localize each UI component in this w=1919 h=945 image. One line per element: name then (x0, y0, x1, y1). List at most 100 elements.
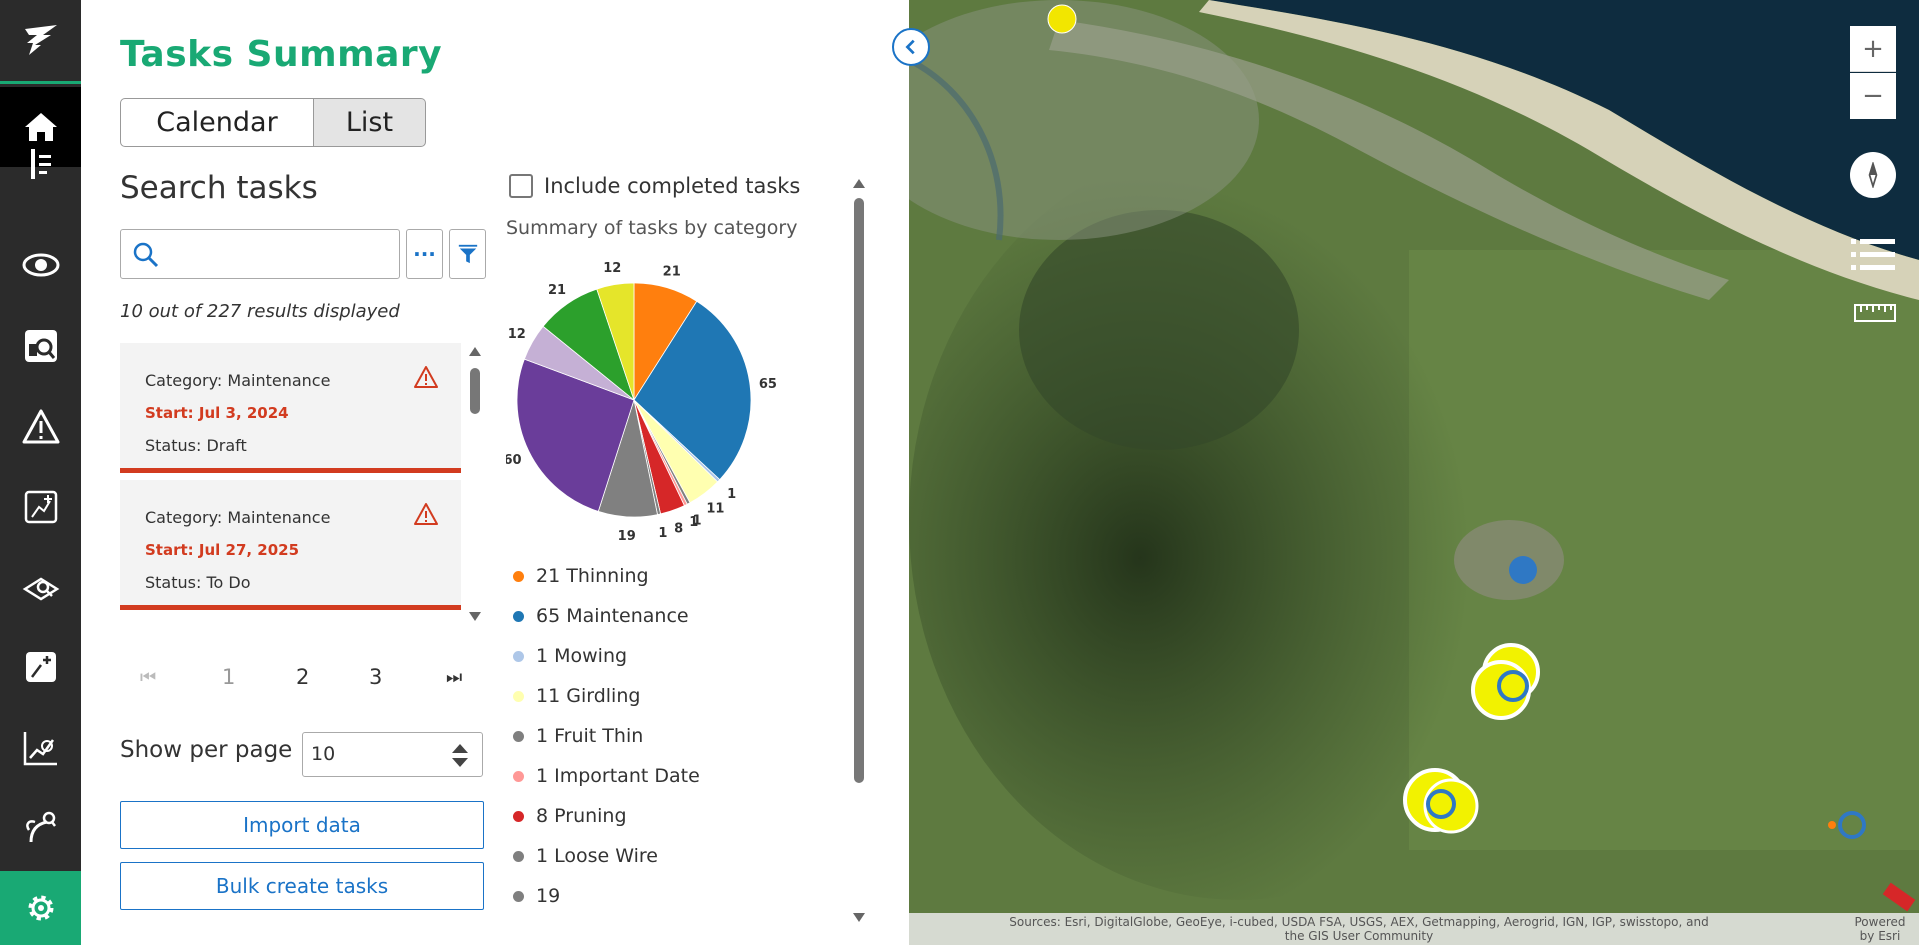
search-input[interactable] (169, 238, 389, 270)
pie-slice-label: 1 (658, 526, 667, 541)
warning-icon[interactable] (0, 387, 81, 467)
pie-slice-label: 11 (706, 502, 724, 517)
legend-swatch (513, 690, 524, 702)
legend-item[interactable]: 1 Fruit Thin (513, 716, 700, 756)
filter-button[interactable] (449, 229, 486, 279)
list-item[interactable]: Category: Maintenance Start: Jul 3, 2024… (120, 343, 461, 473)
eye-icon[interactable] (0, 225, 81, 305)
last-page-button[interactable]: ⏭ (446, 667, 462, 688)
warning-icon (414, 366, 438, 388)
zoom-out-button[interactable]: − (1850, 73, 1896, 119)
scroll-up-icon[interactable] (469, 347, 481, 356)
scroll-down-icon[interactable] (853, 913, 865, 922)
pie-chart: 216511111811960122112 (506, 261, 777, 544)
warning-icon (414, 503, 438, 525)
pie-slice-label: 21 (663, 264, 681, 279)
task-list-scrollbar[interactable] (467, 343, 483, 625)
legend-swatch (513, 850, 524, 862)
legend-label: 11 Girdling (536, 685, 641, 707)
task-list: Category: Maintenance Start: Jul 3, 2024… (120, 343, 461, 625)
include-completed-row[interactable]: Include completed tasks (509, 174, 800, 198)
include-completed-checkbox[interactable] (509, 174, 533, 198)
chart-title: Summary of tasks by category (506, 217, 798, 239)
filter-icon (458, 244, 477, 264)
increment-icon[interactable] (452, 744, 468, 753)
pagination: ⏮ 1 2 3 ⏭ (120, 665, 480, 699)
legend-label: 1 Loose Wire (536, 845, 658, 867)
import-data-button[interactable]: Import data (120, 801, 484, 849)
first-page-button[interactable]: ⏮ (140, 667, 156, 688)
task-category: Category: Maintenance (145, 371, 331, 390)
bulk-create-tasks-button[interactable]: Bulk create tasks (120, 862, 484, 910)
plant-search-icon[interactable] (0, 788, 81, 868)
page-2-button[interactable]: 2 (296, 665, 309, 689)
legend-swatch (513, 810, 524, 822)
legend-item[interactable]: 8 Pruning (513, 796, 700, 836)
legend-swatch (513, 610, 524, 622)
legend-swatch (513, 650, 524, 662)
gear-icon[interactable] (0, 871, 81, 945)
more-options-button[interactable]: ··· (406, 229, 443, 279)
page-3-button[interactable]: 3 (369, 665, 382, 689)
legend-item[interactable]: 19 (513, 876, 700, 916)
legend-item[interactable]: 1 Mowing (513, 636, 700, 676)
pie-slice-label: 1 (689, 515, 698, 530)
legend-item[interactable]: 1 Loose Wire (513, 836, 700, 876)
search-box[interactable] (120, 229, 400, 279)
add-measurement-icon[interactable] (0, 467, 81, 547)
scroll-up-icon[interactable] (853, 179, 865, 188)
tasks-summary-panel: Tasks Summary Calendar List Search tasks… (81, 0, 909, 945)
pie-slice-label: 21 (548, 283, 566, 298)
zoom-in-button[interactable]: + (1850, 26, 1896, 72)
calendar-view-button[interactable]: Calendar (120, 98, 314, 147)
legend-item[interactable]: 11 Girdling (513, 676, 700, 716)
legend-swatch (513, 890, 524, 902)
legend-item[interactable]: 21 Thinning (513, 556, 700, 596)
compass-icon (1868, 162, 1878, 188)
task-category: Category: Maintenance (145, 508, 331, 527)
include-completed-label: Include completed tasks (544, 174, 801, 198)
satellite-imagery (909, 0, 1919, 945)
assets-icon[interactable] (0, 145, 81, 185)
powered-by-text: Powered by Esri (1854, 915, 1906, 943)
chart-legend: 21 Thinning 65 Maintenance 1 Mowing 11 Gird… (513, 556, 700, 916)
map-attribution: Sources: Esri, DigitalGlobe, GeoEye, i-c… (909, 913, 1919, 945)
per-page-stepper[interactable]: 10 (302, 732, 483, 777)
layer-list-icon[interactable] (1849, 235, 1897, 275)
app-logo-icon[interactable] (0, 0, 81, 84)
page-title: Tasks Summary (120, 34, 443, 75)
legend-item[interactable]: 65 Maintenance (513, 596, 700, 636)
map-layers-search-icon[interactable] (0, 547, 81, 627)
summary-scrollbar[interactable] (851, 175, 867, 922)
legend-label: 21 Thinning (536, 565, 649, 587)
page-1-button[interactable]: 1 (222, 665, 235, 689)
decrement-icon[interactable] (452, 758, 468, 767)
legend-label: 8 Pruning (536, 805, 627, 827)
task-start: Start: Jul 3, 2024 (145, 404, 289, 422)
collapse-panel-button[interactable] (892, 28, 930, 66)
measure-ruler-icon[interactable] (1853, 299, 1897, 325)
scrollbar-thumb[interactable] (854, 198, 864, 783)
pie-slice-label: 12 (603, 261, 621, 276)
list-view-button[interactable]: List (314, 98, 426, 147)
list-item[interactable]: Category: Maintenance Start: Jul 27, 202… (120, 480, 461, 610)
task-status: Status: To Do (145, 573, 251, 592)
search-heading: Search tasks (120, 170, 318, 206)
task-start: Start: Jul 27, 2025 (145, 541, 300, 559)
task-status: Status: Draft (145, 436, 247, 455)
pie-slice-label: 12 (508, 327, 526, 342)
add-growth-icon[interactable] (0, 627, 81, 707)
pie-slice-label: 1 (727, 487, 736, 502)
property-search-icon[interactable] (0, 306, 81, 386)
scrollbar-thumb[interactable] (470, 368, 480, 414)
pie-slice-label: 60 (506, 453, 522, 468)
scroll-down-icon[interactable] (469, 612, 481, 621)
nav-rail (0, 0, 81, 945)
map-view[interactable]: + − Sources: Esri, DigitalGlobe, GeoEye,… (909, 0, 1919, 945)
legend-item[interactable]: 1 Important Date (513, 756, 700, 796)
analytics-icon[interactable] (0, 708, 81, 788)
compass-button[interactable] (1850, 152, 1896, 198)
legend-label: 19 (536, 885, 561, 907)
legend-label: 1 Important Date (536, 765, 700, 787)
search-icon (133, 242, 159, 268)
